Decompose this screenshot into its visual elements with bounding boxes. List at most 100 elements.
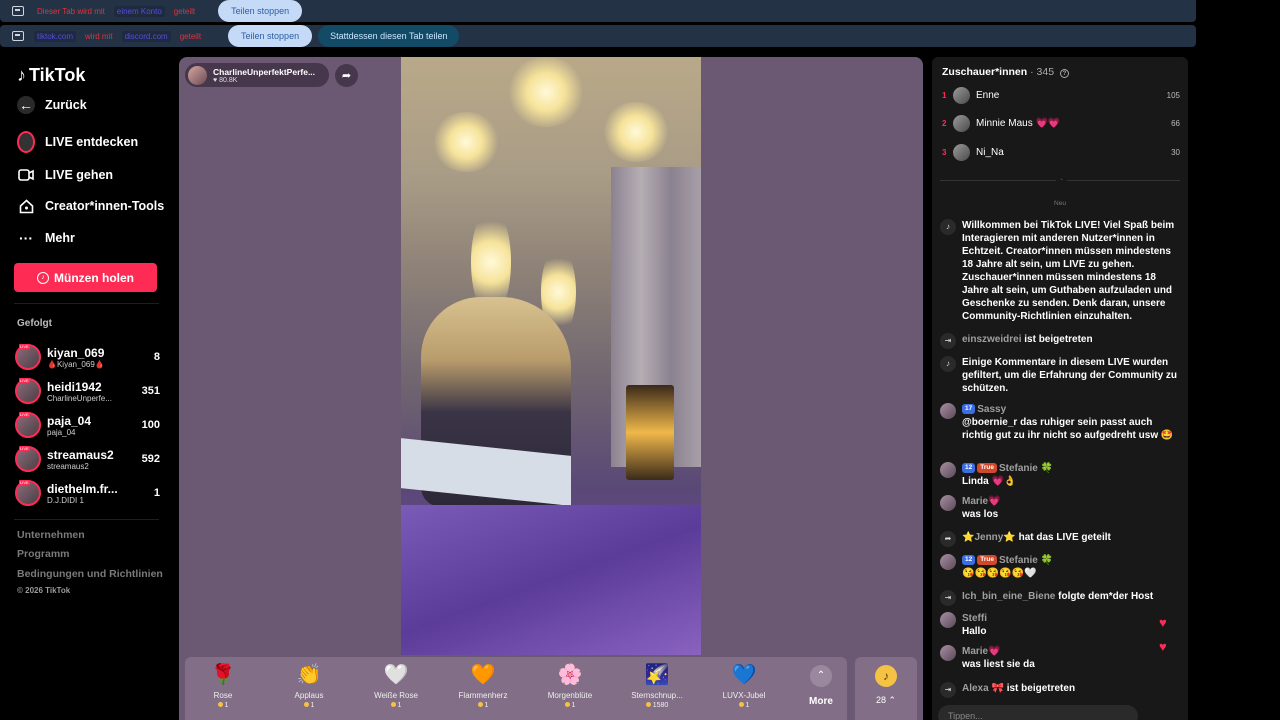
host-info[interactable]: CharlineUnperfektPerfe... ♥ 80.8K xyxy=(185,63,329,87)
screen-share-bar: tiktok.com wird mit discord.com geteilt … xyxy=(0,25,1196,47)
viewer-count: 1 xyxy=(153,487,160,499)
tiktok-coin-icon: ♪ xyxy=(875,665,897,687)
followed-account[interactable]: heidi1942CharlineUnperfe... 351 xyxy=(15,376,160,406)
gift-morning-bloom[interactable]: 🌸 Morgenblüte 1 xyxy=(532,663,608,709)
avatar xyxy=(953,114,970,132)
ceiling-light xyxy=(601,102,671,162)
stop-sharing-button[interactable]: Teilen stoppen xyxy=(228,25,313,47)
nav-live-discover[interactable]: LIVE entdecken xyxy=(17,131,138,153)
stop-sharing-button[interactable]: Teilen stoppen xyxy=(218,0,303,22)
flame-heart-icon: 🧡 xyxy=(470,664,496,686)
follow-event: ⇥ Ich_bin_eine_Biene folgte dem*der Host xyxy=(940,590,1180,606)
get-coins-button[interactable]: ♪ Münzen holen xyxy=(14,263,157,292)
footer-link-company[interactable]: Unternehmen xyxy=(17,529,85,541)
info-icon[interactable]: ? xyxy=(1059,69,1069,78)
share-notice-part: Dieser Tab wird mit xyxy=(37,6,105,16)
share-notice-part: tiktok.com xyxy=(34,30,77,42)
ceiling-light xyxy=(431,112,501,172)
top-viewer[interactable]: 2 Minnie Maus 💗💗 66 xyxy=(942,113,1180,133)
viewers-title: Zuschauer*innen · 345 ? xyxy=(942,66,1069,78)
host-name: CharlineUnperfektPerfe... xyxy=(213,66,316,77)
gift-white-rose[interactable]: 🤍 Weiße Rose 1 xyxy=(358,663,434,709)
gift-shooting-star[interactable]: 🌠 Sternschnup... 1580 xyxy=(619,663,695,709)
left-navigation: ♪ TikTok ← Zurück LIVE entdecken LIVE ge… xyxy=(0,57,170,720)
more-gifts-button[interactable]: ⌃ More xyxy=(801,665,841,707)
expand-chevron-icon[interactable]: ⌄ xyxy=(1056,175,1068,182)
arrow-left-icon: ← xyxy=(17,96,35,114)
flower-icon: 🌸 xyxy=(557,664,583,686)
chevron-up-icon: ⌃ xyxy=(810,665,832,687)
coin-icon: ♪ xyxy=(37,271,49,284)
avatar[interactable] xyxy=(940,645,956,661)
shooting-star-icon: 🌠 xyxy=(644,664,670,686)
avatar[interactable] xyxy=(940,495,956,511)
chat-message: Steffi Hallo xyxy=(940,612,1180,638)
followed-account[interactable]: paja_04paja_04 100 xyxy=(15,410,160,440)
share-notice-part: geteilt xyxy=(179,31,202,41)
coin-icon xyxy=(390,702,396,707)
share-this-tab-button[interactable]: Stattdessen diesen Tab teilen xyxy=(318,25,460,47)
gift-bar: 🌹 Rose 1 👏 Applaus 1 🤍 Weiße Rose 1 🧡 Fl… xyxy=(185,657,847,720)
viewer-total: · 345 xyxy=(1030,66,1055,78)
tiktok-logo[interactable]: ♪ TikTok xyxy=(17,65,85,86)
enter-icon: ⇥ xyxy=(940,333,956,349)
coin-icon xyxy=(564,702,570,707)
coin-icon xyxy=(217,702,223,707)
coin-icon xyxy=(738,702,744,707)
avatar[interactable] xyxy=(940,554,956,570)
tiktok-icon: ♪ xyxy=(940,219,956,235)
fan-badge: True xyxy=(977,463,997,474)
live-video[interactable] xyxy=(401,57,701,655)
followed-account[interactable]: diethelm.fr...D.J.DIDI 1 1 xyxy=(15,478,160,508)
avatar xyxy=(953,86,970,104)
join-event: ⇥ Alexa 🎀 ist beigetreten xyxy=(940,682,1180,698)
share-icon: ➦ xyxy=(940,531,956,547)
gift-luvx-cheer[interactable]: 💙 LUVX-Jubel 1 xyxy=(706,663,782,709)
avatar xyxy=(953,143,970,161)
tiktok-note-icon: ♪ xyxy=(17,65,26,85)
coin-balance-button[interactable]: ♪ 28 ⌃ xyxy=(855,657,917,720)
level-badge: 12 xyxy=(962,555,976,566)
coin-balance: 28 xyxy=(875,695,886,705)
rose-icon: 🌹 xyxy=(210,664,236,686)
coin-icon xyxy=(303,702,309,707)
avatar[interactable] xyxy=(940,462,956,478)
footer-link-terms[interactable]: Bedingungen und Richtlinien xyxy=(17,568,163,580)
enter-icon: ⇥ xyxy=(940,682,956,698)
home-icon xyxy=(17,197,35,215)
host-likes: ♥ 80.8K xyxy=(213,76,238,84)
nav-more[interactable]: ··· Mehr xyxy=(17,229,75,247)
gift-flame-heart[interactable]: 🧡 Flammenherz 1 xyxy=(445,663,521,709)
followed-account[interactable]: kiyan_069🩸Kiyan_069🩸 8 xyxy=(15,342,160,372)
applause-icon: 👏 xyxy=(296,664,322,686)
window-icon xyxy=(12,31,24,41)
top-viewer[interactable]: 3 Ni_Na 30 xyxy=(942,142,1180,162)
viewer-count: 8 xyxy=(153,351,160,363)
live-avatar-icon xyxy=(17,131,35,153)
top-viewer[interactable]: 1 Enne 105 xyxy=(942,85,1180,105)
system-message: ♪ Willkommen bei TikTok LIVE! Viel Spaß … xyxy=(940,219,1180,323)
share-notice-part: discord.com xyxy=(121,30,171,42)
nav-creator-tools[interactable]: Creator*innen-Tools xyxy=(17,197,164,215)
window-icon xyxy=(12,6,24,16)
gift-applause[interactable]: 👏 Applaus 1 xyxy=(271,663,347,709)
avatar[interactable] xyxy=(940,612,956,628)
live-stage: CharlineUnperfektPerfe... ♥ 80.8K ➦ 🌹 Ro… xyxy=(179,57,923,720)
ceiling-light xyxy=(506,57,586,127)
chat-message: Marie💗 was liest sie da xyxy=(940,645,1180,671)
divider xyxy=(14,519,159,520)
level-badge: 12 xyxy=(962,463,976,474)
chat-input[interactable]: Tippen... xyxy=(938,705,1138,720)
chat-panel: Zuschauer*innen · 345 ? 1 Enne 105 2 Minn… xyxy=(932,57,1188,720)
join-event: ⇥ einszweidrei ist beigetreten xyxy=(940,333,1180,349)
followed-account[interactable]: streamaus2streamaus2 592 xyxy=(15,444,160,474)
footer-link-program[interactable]: Programm xyxy=(17,548,70,560)
avatar[interactable] xyxy=(940,403,956,419)
back-link[interactable]: ← Zurück xyxy=(17,96,87,114)
more-dots-icon: ··· xyxy=(19,230,33,246)
coin-icon xyxy=(477,702,483,707)
share-icon[interactable]: ➦ xyxy=(335,64,358,87)
gift-rose[interactable]: 🌹 Rose 1 xyxy=(185,663,261,709)
nav-go-live[interactable]: LIVE gehen xyxy=(17,166,113,184)
chat-message: 12 True Stefanie 🍀 Linda 💗👌 xyxy=(940,462,1180,488)
